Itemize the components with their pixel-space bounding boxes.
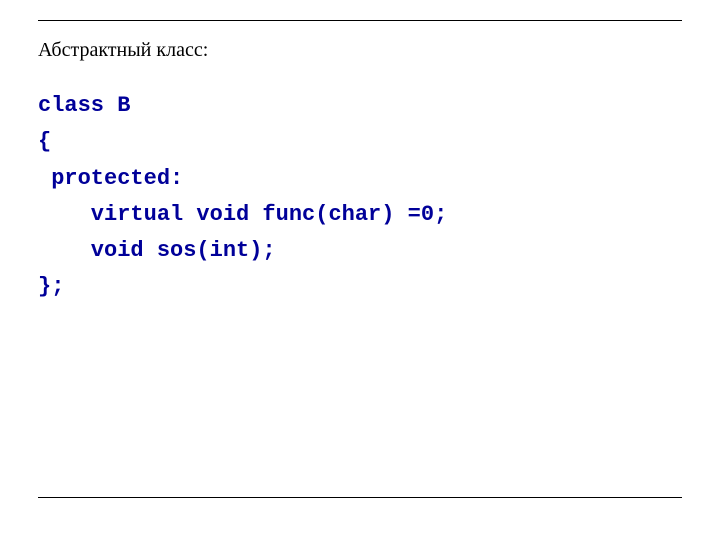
slide: Абстрактный класс: class B { protected: … [0,0,720,540]
slide-title: Абстрактный класс: [38,39,682,62]
top-divider [38,20,682,21]
code-block: class B { protected: virtual void func(c… [38,88,682,306]
bottom-divider [38,497,682,498]
code-line: protected: [38,166,183,191]
code-line: { [38,129,51,154]
code-line: virtual void func(char) =0; [38,202,447,227]
code-line: void sos(int); [38,238,276,263]
code-line: }; [38,274,64,299]
code-line: class B [38,93,130,118]
